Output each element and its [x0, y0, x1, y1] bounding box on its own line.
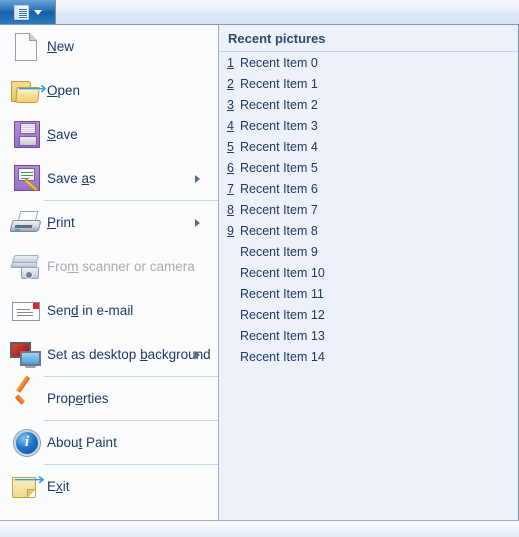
- menu-item-save[interactable]: Save: [0, 113, 218, 157]
- recent-item-number: 2: [227, 77, 234, 92]
- menu-item-label: Save as: [47, 171, 96, 187]
- recent-item-number: 5: [227, 140, 234, 155]
- recent-pictures-list: 1 Recent Item 0 2 Recent Item 1 3 Recent Item…: [219, 53, 518, 368]
- menu-item-label: Properties: [47, 391, 109, 407]
- recent-item[interactable]: 2 Recent Item 1: [219, 74, 518, 95]
- menu-item-label: Open: [47, 83, 81, 99]
- menu-item-properties[interactable]: Properties: [0, 377, 218, 421]
- recent-item[interactable]: Recent Item 11: [219, 284, 518, 305]
- menu-item-label: New: [47, 39, 75, 55]
- scanner-camera-icon: [9, 251, 43, 283]
- recent-item-label: Recent Item 8: [240, 224, 318, 239]
- recent-pictures-pane: Recent pictures 1 Recent Item 0 2 Recent It…: [219, 25, 519, 520]
- menu-item-exit[interactable]: ⟶ Exit: [0, 465, 218, 509]
- menu-footer-bar: [0, 520, 519, 537]
- recent-item-label: Recent Item 11: [240, 287, 324, 302]
- recent-item-label: Recent Item 4: [240, 140, 318, 155]
- menu-body: New ⟶ Open Save Save as Print From scanner or …: [0, 25, 519, 520]
- printer-icon: [9, 207, 43, 239]
- recent-item[interactable]: 3 Recent Item 2: [219, 95, 518, 116]
- menu-item-label: Save: [47, 127, 78, 143]
- recent-item-label: Recent Item 1: [240, 77, 318, 92]
- exit-folder-icon: ⟶: [9, 471, 45, 503]
- new-page-icon: [9, 31, 43, 63]
- recent-item[interactable]: 6 Recent Item 5: [219, 158, 518, 179]
- recent-item[interactable]: 8 Recent Item 7: [219, 200, 518, 221]
- menu-item-set-as-desktop-background[interactable]: Set as desktop background: [0, 333, 218, 377]
- recent-item-label: Recent Item 9: [240, 245, 318, 260]
- info-circle-icon: i: [9, 427, 43, 459]
- recent-item[interactable]: 9 Recent Item 8: [219, 221, 518, 242]
- recent-item-number: 6: [227, 161, 234, 176]
- chevron-down-icon: [33, 9, 42, 15]
- title-bar: [0, 0, 519, 25]
- recent-item-label: Recent Item 7: [240, 203, 318, 218]
- menu-item-new[interactable]: New: [0, 25, 218, 69]
- recent-item-label: Recent Item 10: [240, 266, 325, 281]
- menu-item-print[interactable]: Print: [0, 201, 218, 245]
- recent-item-number: 1: [227, 56, 234, 71]
- recent-item[interactable]: Recent Item 12: [219, 305, 518, 326]
- recent-item[interactable]: Recent Item 13: [219, 326, 518, 347]
- submenu-arrow-icon: [195, 175, 200, 183]
- recent-item-number: 3: [227, 98, 234, 113]
- paint-menu-button[interactable]: [0, 0, 56, 24]
- recent-item-number: 8: [227, 203, 234, 218]
- recent-item-number: 7: [227, 182, 234, 197]
- menu-item-save-as[interactable]: Save as: [0, 157, 218, 201]
- menu-item-from-scanner-or-camera: From scanner or camera: [0, 245, 218, 289]
- command-pane: New ⟶ Open Save Save as Print From scanner or …: [0, 25, 219, 520]
- menu-item-label: Print: [47, 215, 75, 231]
- recent-item-label: Recent Item 3: [240, 119, 318, 134]
- envelope-icon: [9, 295, 43, 327]
- menu-item-open[interactable]: ⟶ Open: [0, 69, 218, 113]
- recent-item-number: 9: [227, 224, 234, 239]
- command-menu-list: New ⟶ Open Save Save as Print From scanner or …: [0, 25, 218, 509]
- menu-item-label: Send in e-mail: [47, 303, 134, 319]
- recent-item[interactable]: Recent Item 10: [219, 263, 518, 284]
- menu-item-about-paint[interactable]: i About Paint: [0, 421, 218, 465]
- desktop-monitors-icon: [9, 339, 43, 371]
- recent-item-label: Recent Item 2: [240, 98, 318, 113]
- menu-item-label: Set as desktop background: [47, 347, 211, 363]
- recent-item[interactable]: 1 Recent Item 0: [219, 53, 518, 74]
- submenu-arrow-icon: [195, 219, 200, 227]
- paint-menu-icon: [13, 4, 29, 20]
- recent-item-label: Recent Item 14: [240, 350, 325, 365]
- recent-item-label: Recent Item 6: [240, 182, 318, 197]
- menu-item-label: About Paint: [47, 435, 117, 451]
- recent-item-label: Recent Item 0: [240, 56, 318, 71]
- submenu-arrow-icon: [195, 351, 200, 359]
- recent-item[interactable]: 5 Recent Item 4: [219, 137, 518, 158]
- menu-item-send-in-email[interactable]: Send in e-mail: [0, 289, 218, 333]
- open-folder-icon: ⟶: [9, 75, 47, 107]
- menu-item-label: Exit: [47, 479, 70, 495]
- recent-item-label: Recent Item 12: [240, 308, 325, 323]
- recent-item[interactable]: 4 Recent Item 3: [219, 116, 518, 137]
- recent-item[interactable]: Recent Item 14: [219, 347, 518, 368]
- recent-item-label: Recent Item 5: [240, 161, 318, 176]
- recent-item-label: Recent Item 13: [240, 329, 325, 344]
- recent-pictures-header: Recent pictures: [219, 25, 518, 52]
- orange-check-icon: [9, 383, 43, 415]
- menu-item-label: From scanner or camera: [47, 259, 195, 275]
- floppy-disk-pencil-icon: [9, 163, 43, 195]
- recent-item-number: 4: [227, 119, 234, 134]
- recent-item[interactable]: Recent Item 9: [219, 242, 518, 263]
- recent-item[interactable]: 7 Recent Item 6: [219, 179, 518, 200]
- floppy-disk-icon: [9, 119, 43, 151]
- paint-application-menu-window: New ⟶ Open Save Save as Print From scanner or …: [0, 0, 519, 537]
